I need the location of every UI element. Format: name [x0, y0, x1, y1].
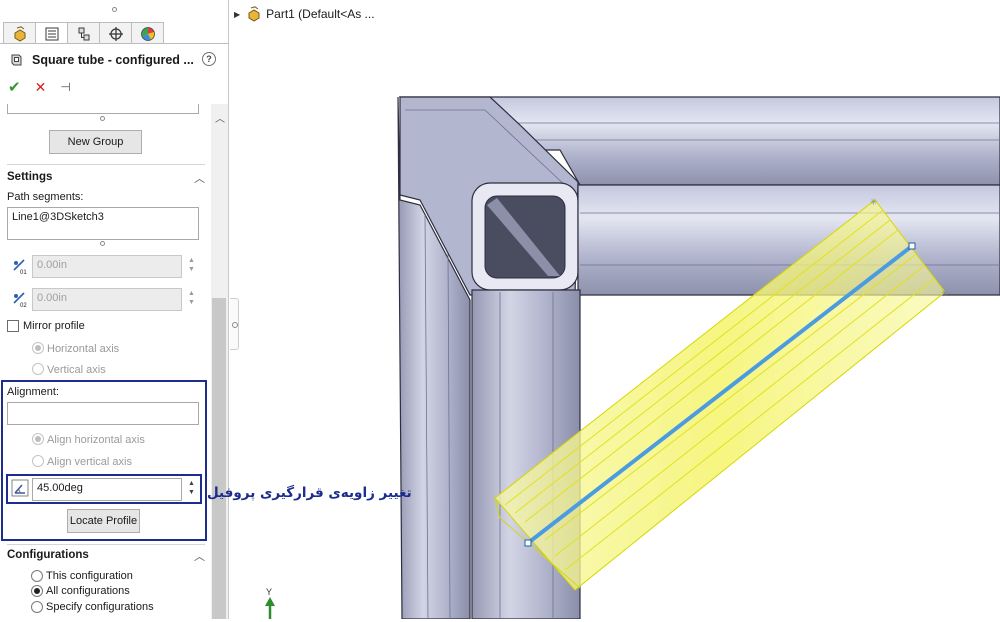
- offset-two-field[interactable]: 0.00in: [32, 288, 182, 311]
- feature-manager-icon: [14, 25, 25, 42]
- groups-list-resize-grip[interactable]: [100, 116, 105, 121]
- scroll-up-chevron-icon[interactable]: ︿: [215, 110, 225, 125]
- display-manager-icon: [140, 26, 155, 41]
- align-horizontal-axis-label: Align horizontal axis: [47, 434, 145, 446]
- configurations-heading[interactable]: Configurations: [7, 549, 89, 561]
- panel-scrollbar[interactable]: ︿: [211, 104, 228, 619]
- tab-configuration-manager[interactable]: [67, 22, 100, 44]
- path-segments-list[interactable]: Line1@3DSketch3: [7, 207, 199, 240]
- mirror-profile-checkbox[interactable]: [7, 320, 19, 332]
- horizontal-axis-label: Horizontal axis: [47, 343, 120, 355]
- vertical-axis-radio: [32, 363, 44, 375]
- groups-list-box[interactable]: [7, 104, 199, 114]
- property-manager-icon: [45, 27, 58, 40]
- all-configurations-label[interactable]: All configurations: [46, 585, 130, 597]
- align-horizontal-axis-radio: [32, 433, 44, 445]
- cancel-button[interactable]: ✕: [35, 79, 47, 96]
- keep-visible-pin-button[interactable]: ⊣: [60, 80, 70, 94]
- property-manager-panel: Square tube - configured ... ? ✔ ✕ ⊣ New…: [0, 0, 229, 619]
- alignment-field[interactable]: [7, 402, 199, 425]
- tab-feature-manager[interactable]: [3, 22, 36, 44]
- path-segments-resize-grip[interactable]: [100, 241, 105, 246]
- offset-one-spinner[interactable]: ▲ ▼: [186, 256, 197, 274]
- mirror-profile-label[interactable]: Mirror profile: [23, 320, 85, 332]
- tab-dimxpert[interactable]: [99, 22, 132, 44]
- locate-profile-button[interactable]: Locate Profile: [67, 509, 140, 533]
- path-start-point[interactable]: [524, 539, 532, 547]
- specify-configurations-label[interactable]: Specify configurations: [46, 601, 154, 613]
- angle-annotation-text: تغییر زاویه‌ی قرارگیری پروفیل: [207, 485, 412, 501]
- svg-text:✳: ✳: [941, 289, 949, 299]
- svg-text:02: 02: [20, 303, 27, 308]
- rotation-angle-icon: [11, 479, 29, 497]
- path-end-point[interactable]: [908, 242, 916, 250]
- offset-one-icon: 01: [13, 259, 27, 275]
- ok-button[interactable]: ✔: [8, 78, 21, 96]
- offset-two-spinner[interactable]: ▲ ▼: [186, 289, 197, 307]
- this-configuration-label[interactable]: This configuration: [46, 570, 133, 582]
- tab-property-manager[interactable]: [35, 22, 68, 44]
- all-configurations-radio[interactable]: [31, 585, 43, 597]
- property-scroll-area: New Group Settings ︿ Path segments: Line…: [0, 104, 229, 619]
- specify-configurations-radio[interactable]: [31, 601, 43, 613]
- svg-text:01: 01: [20, 270, 27, 275]
- offset-two-icon: 02: [13, 292, 27, 308]
- page-title: Square tube - configured ...: [32, 53, 194, 67]
- feature-title-row: Square tube - configured ... ?: [8, 50, 220, 70]
- configurations-collapse-chevron-icon[interactable]: ︿: [194, 548, 205, 564]
- align-vertical-axis-label: Align vertical axis: [47, 456, 132, 468]
- settings-collapse-chevron-icon[interactable]: ︿: [194, 170, 205, 186]
- model-view[interactable]: ✳ ✳: [240, 0, 1000, 620]
- dimxpert-icon: [108, 26, 123, 41]
- new-group-button[interactable]: New Group: [49, 130, 142, 154]
- svg-text:✳: ✳: [870, 198, 878, 208]
- path-segment-item[interactable]: Line1@3DSketch3: [12, 211, 104, 223]
- path-segments-label: Path segments:: [7, 191, 84, 203]
- structure-member-icon: [11, 54, 22, 66]
- align-vertical-axis-radio: [32, 455, 44, 467]
- panel-collapse-grip[interactable]: [230, 298, 239, 350]
- configuration-manager-icon: [78, 27, 89, 40]
- tab-display-manager[interactable]: [131, 22, 164, 44]
- settings-heading[interactable]: Settings: [7, 171, 52, 183]
- help-icon[interactable]: ?: [202, 52, 216, 66]
- this-configuration-radio[interactable]: [31, 570, 43, 582]
- horizontal-axis-radio: [32, 342, 44, 354]
- panel-splitter[interactable]: [229, 0, 240, 619]
- offset-one-field[interactable]: 0.00in: [32, 255, 182, 278]
- vertical-axis-label: Vertical axis: [47, 364, 106, 376]
- profile-angle-spinner[interactable]: ▲ ▼: [186, 479, 197, 497]
- view-triad-icon: [265, 597, 275, 619]
- triad-y-label: Y: [266, 587, 273, 597]
- profile-angle-field[interactable]: 45.00deg: [32, 478, 182, 501]
- alignment-label: Alignment:: [7, 386, 59, 398]
- scrollbar-thumb[interactable]: [212, 298, 226, 619]
- graphics-viewport[interactable]: ✳ ✳ Y: [240, 0, 1000, 620]
- panel-top-grip[interactable]: [112, 7, 117, 12]
- action-buttons: ✔ ✕ ⊣: [8, 77, 71, 97]
- manager-tabs: [3, 22, 164, 44]
